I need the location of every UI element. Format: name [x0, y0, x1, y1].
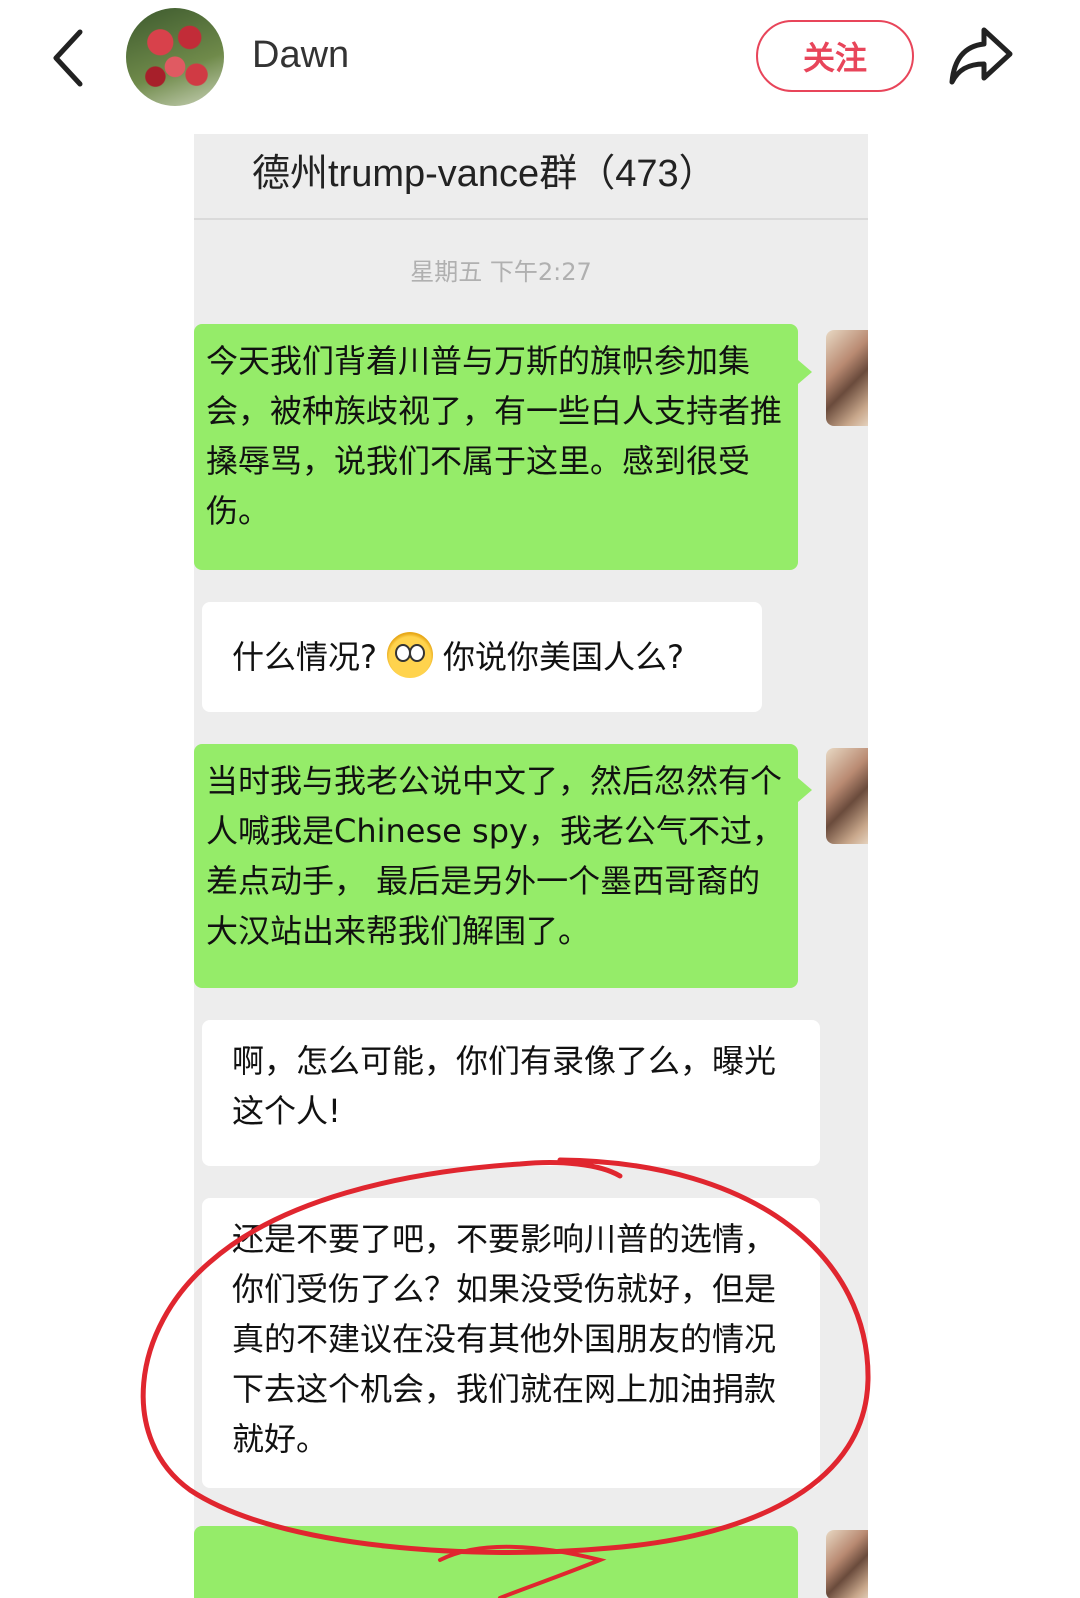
message-text: 什么情况? [232, 638, 377, 676]
message-text: 还是不要了吧，不要影响川普的选情，你们受伤了么？如果没受伤就好，但是真的不建议在… [232, 1220, 777, 1458]
message-text: 今天我们背着川普与万斯的旗帜参加集会，被种族歧视了，有一些白人支持者推搡辱骂，说… [206, 342, 783, 530]
self-avatar [826, 330, 868, 426]
bubble-tail [798, 360, 812, 384]
self-avatar [826, 748, 868, 844]
message-bubble-self: 今天我们背着川普与万斯的旗帜参加集会，被种族歧视了，有一些白人支持者推搡辱骂，说… [194, 324, 798, 570]
share-icon[interactable] [946, 24, 1016, 88]
dizzy-face-emoji [387, 632, 433, 678]
message-bubble-other: 啊，怎么可能，你们有录像了么，曝光这个人! [202, 1020, 820, 1166]
author-username[interactable]: Dawn [252, 34, 349, 77]
message-bubble-self-partial [194, 1526, 798, 1598]
self-avatar [826, 1530, 868, 1598]
message-timestamp: 星期五 下午2:27 [410, 258, 592, 286]
message-bubble-other: 什么情况? 你说你美国人么? [202, 602, 762, 712]
author-avatar[interactable] [126, 8, 224, 106]
top-app-bar: Dawn 关注 [0, 0, 1080, 118]
chat-title: 德州trump-vance群（473） [252, 153, 717, 195]
back-icon[interactable] [44, 28, 94, 88]
message-text: 你说你美国人么? [443, 638, 684, 676]
message-bubble-other: 还是不要了吧，不要影响川普的选情，你们受伤了么？如果没受伤就好，但是真的不建议在… [202, 1198, 820, 1488]
message-text: 啊，怎么可能，你们有录像了么，曝光这个人! [232, 1042, 777, 1130]
message-text: 当时我与我老公说中文了，然后忽然有个人喊我是Chinese spy，我老公气不过… [206, 762, 784, 950]
chat-screenshot: 德州trump-vance群（473） 星期五 下午2:27 今天我们背着川普与… [194, 134, 868, 1598]
follow-button[interactable]: 关注 [756, 20, 914, 92]
chat-header: 德州trump-vance群（473） [194, 134, 868, 220]
bubble-tail [798, 778, 812, 802]
message-bubble-self: 当时我与我老公说中文了，然后忽然有个人喊我是Chinese spy，我老公气不过… [194, 744, 798, 988]
